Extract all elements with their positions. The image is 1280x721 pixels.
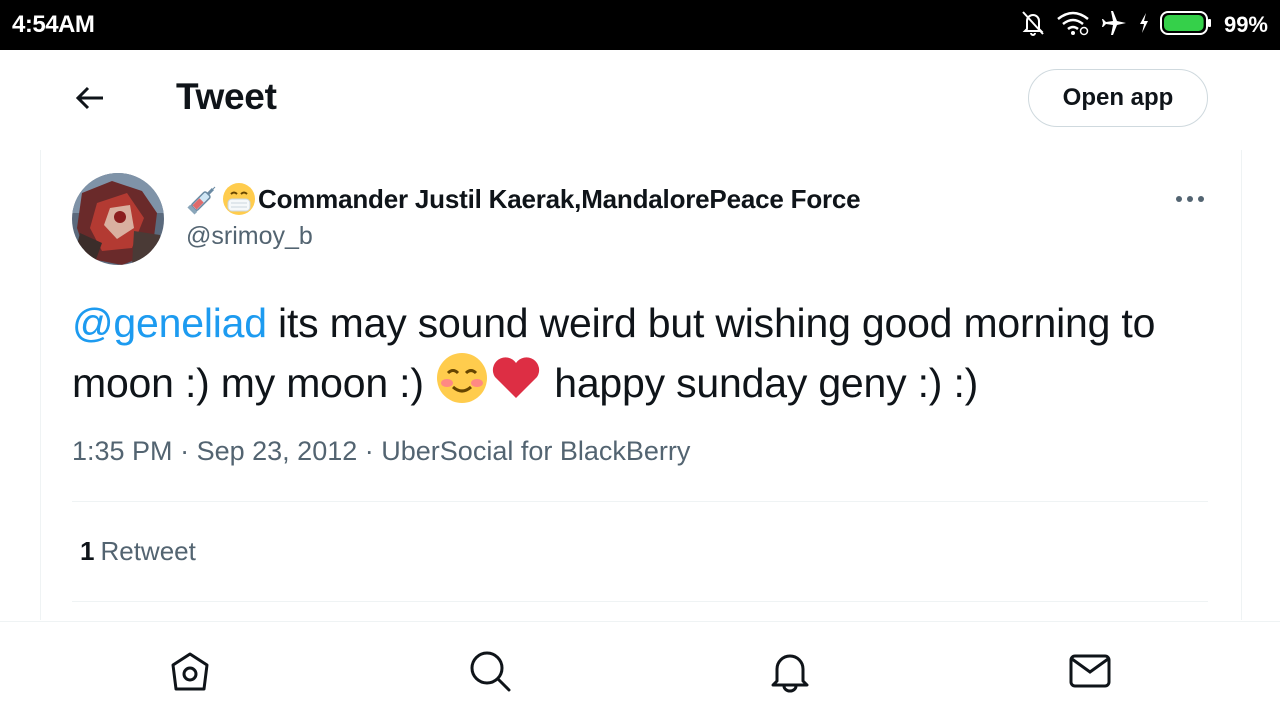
notifications-off-icon <box>1020 9 1046 42</box>
charging-icon <box>1138 12 1150 39</box>
meta-separator: · <box>364 436 374 466</box>
notifications-icon <box>768 649 812 698</box>
red-heart-emoji <box>489 351 543 419</box>
more-options-button[interactable] <box>1170 184 1210 214</box>
meta-separator: · <box>180 436 190 466</box>
arrow-left-icon <box>74 84 106 117</box>
retweet-stats[interactable]: 1 Retweet <box>80 536 196 567</box>
smiling-face-emoji <box>435 351 489 419</box>
tweet-text-part2: happy sunday geny :) :) <box>543 360 979 406</box>
more-horizontal-icon <box>1175 190 1205 208</box>
status-bar: 4:54AM 99% <box>0 0 1280 50</box>
top-header: Tweet Open app <box>0 50 1280 150</box>
author-name-row[interactable]: Commander Justil Kaerak,MandalorePeace F… <box>186 180 861 218</box>
tweet-meta: 1:35 PM · Sep 23, 2012 · UberSocial for … <box>72 436 690 467</box>
divider <box>72 501 1208 502</box>
status-icons: 99% <box>1020 0 1268 50</box>
tab-messages[interactable] <box>1067 650 1113 696</box>
tab-notifications[interactable] <box>767 650 813 696</box>
mask-face-emoji <box>222 182 256 216</box>
tab-search[interactable] <box>467 650 513 696</box>
retweet-label: Retweet <box>100 536 196 566</box>
airplane-icon <box>1100 9 1128 42</box>
battery-icon <box>1159 10 1212 41</box>
avatar[interactable] <box>72 173 164 265</box>
search-icon <box>468 649 512 698</box>
mention-link[interactable]: @geneliad <box>72 300 267 346</box>
page-title: Tweet <box>176 76 277 117</box>
tweet-time[interactable]: 1:35 PM <box>72 436 173 466</box>
open-app-button[interactable]: Open app <box>1028 69 1208 127</box>
tweet-source[interactable]: UberSocial for BlackBerry <box>381 436 690 466</box>
author-handle[interactable]: @srimoy_b <box>186 222 313 251</box>
tweet-date[interactable]: Sep 23, 2012 <box>197 436 358 466</box>
bottom-tab-bar <box>0 621 1280 721</box>
divider <box>72 601 1208 602</box>
author-display-name: Commander Justil Kaerak,MandalorePeace F… <box>258 183 861 214</box>
home-icon <box>168 649 212 698</box>
battery-percent: 99% <box>1223 12 1268 37</box>
back-button[interactable] <box>70 80 110 120</box>
wifi-icon <box>1056 10 1090 41</box>
retweet-count: 1 <box>80 536 95 566</box>
syringe-emoji <box>186 182 220 216</box>
tab-home[interactable] <box>167 650 213 696</box>
messages-icon <box>1068 649 1112 698</box>
status-time: 4:54AM <box>12 11 95 38</box>
tweet-text: @geneliad its may sound weird but wishin… <box>72 296 1212 419</box>
